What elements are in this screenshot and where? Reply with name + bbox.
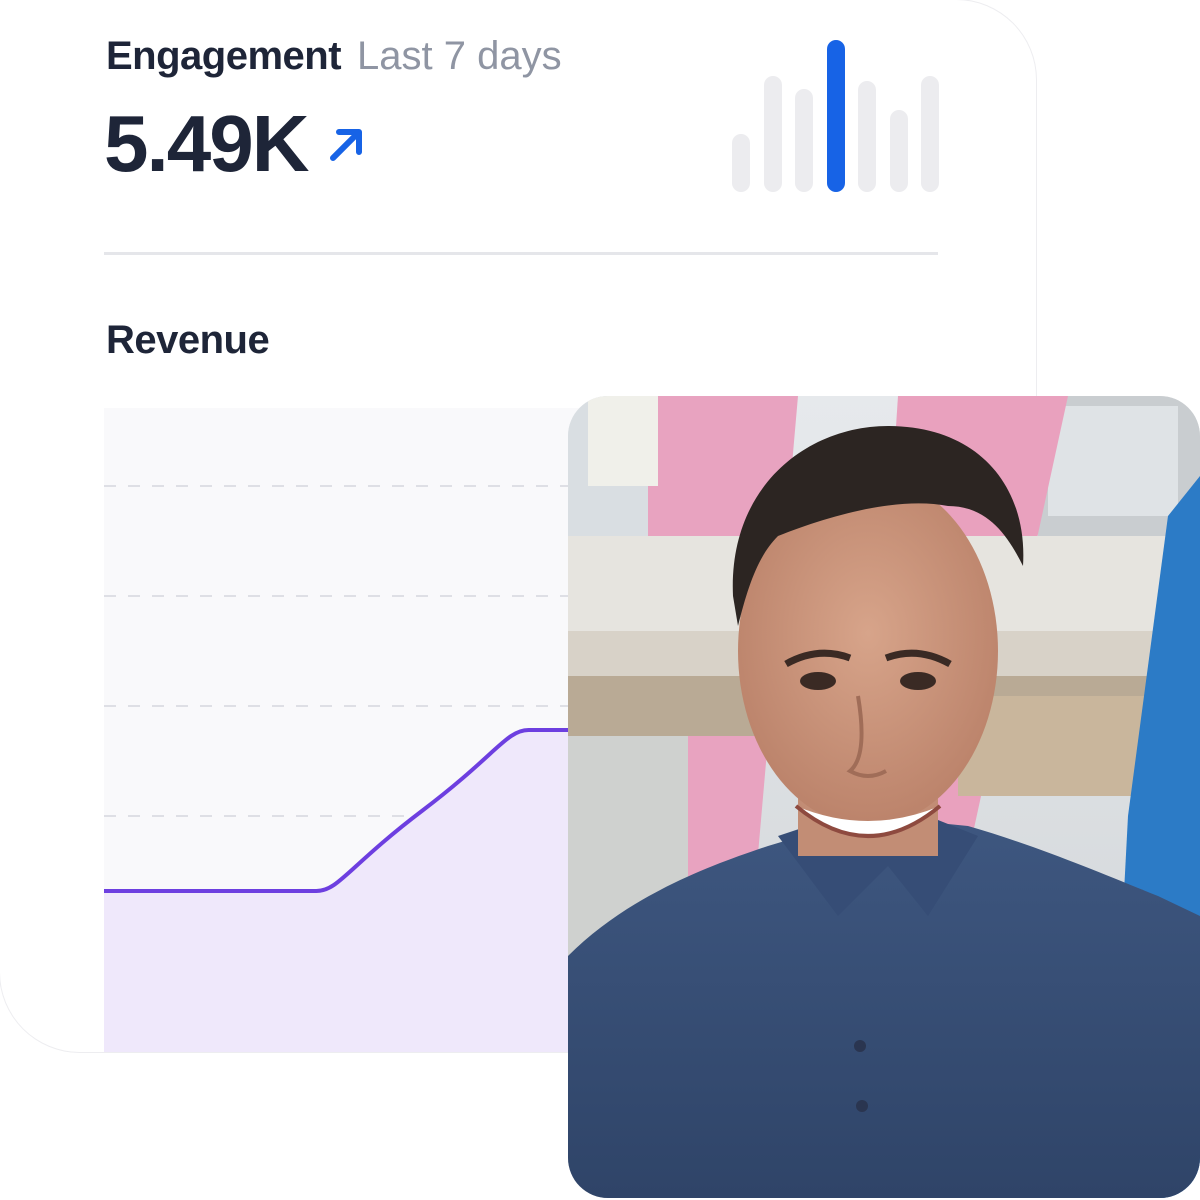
mini-bar [732, 134, 750, 192]
mini-bar-highlighted [826, 40, 845, 192]
mini-bar [889, 110, 908, 192]
profile-photo [568, 396, 1200, 1198]
stage: Engagement Last 7 days 5.49K Revenue [0, 0, 1200, 1200]
mini-bar [795, 89, 813, 192]
mini-bar [921, 76, 939, 192]
engagement-value: 5.49K [104, 99, 309, 188]
arrow-up-right-icon [330, 129, 363, 161]
engagement-period: Last 7 days [357, 34, 562, 78]
section-divider [104, 252, 938, 255]
engagement-mini-bar-chart [732, 40, 942, 192]
revenue-title: Revenue [106, 318, 270, 362]
engagement-metric: 5.49K [104, 104, 371, 184]
mini-bar [858, 81, 876, 192]
engagement-title: Engagement [106, 34, 342, 78]
engagement-header: Engagement Last 7 days [106, 34, 562, 79]
mini-bar [763, 76, 782, 192]
